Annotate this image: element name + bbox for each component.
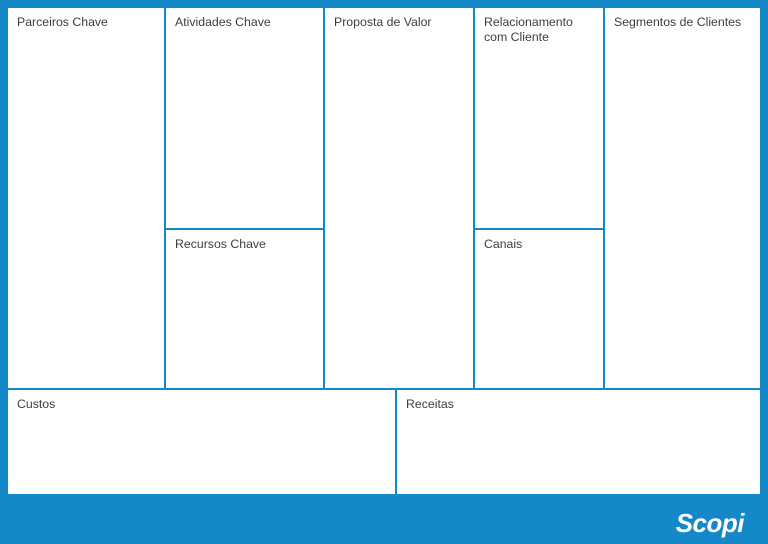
col-relationships-channels: Relacionamento com Cliente Canais — [475, 8, 605, 388]
cell-costs: Custos — [8, 390, 395, 494]
cell-customer-segments: Segmentos de Clientes — [605, 8, 760, 388]
cell-value-proposition: Proposta de Valor — [325, 8, 473, 388]
cell-channels: Canais — [475, 230, 603, 388]
col-customer-segments: Segmentos de Clientes — [605, 8, 760, 388]
footer: Scopi — [0, 502, 768, 544]
cell-revenue: Receitas — [397, 390, 760, 494]
brand-logo: Scopi — [676, 508, 744, 539]
canvas-bottom-row: Custos Receitas — [8, 390, 760, 494]
col-value-proposition: Proposta de Valor — [325, 8, 475, 388]
col-revenue: Receitas — [397, 390, 760, 494]
business-model-canvas: Parceiros Chave Atividades Chave Recurso… — [0, 0, 768, 502]
cell-customer-relationships: Relacionamento com Cliente — [475, 8, 603, 230]
cell-key-activities: Atividades Chave — [166, 8, 323, 230]
col-costs: Custos — [8, 390, 397, 494]
canvas-top-row: Parceiros Chave Atividades Chave Recurso… — [8, 8, 760, 390]
cell-key-resources: Recursos Chave — [166, 230, 323, 388]
col-activities-resources: Atividades Chave Recursos Chave — [166, 8, 325, 388]
col-key-partners: Parceiros Chave — [8, 8, 166, 388]
cell-key-partners: Parceiros Chave — [8, 8, 164, 388]
